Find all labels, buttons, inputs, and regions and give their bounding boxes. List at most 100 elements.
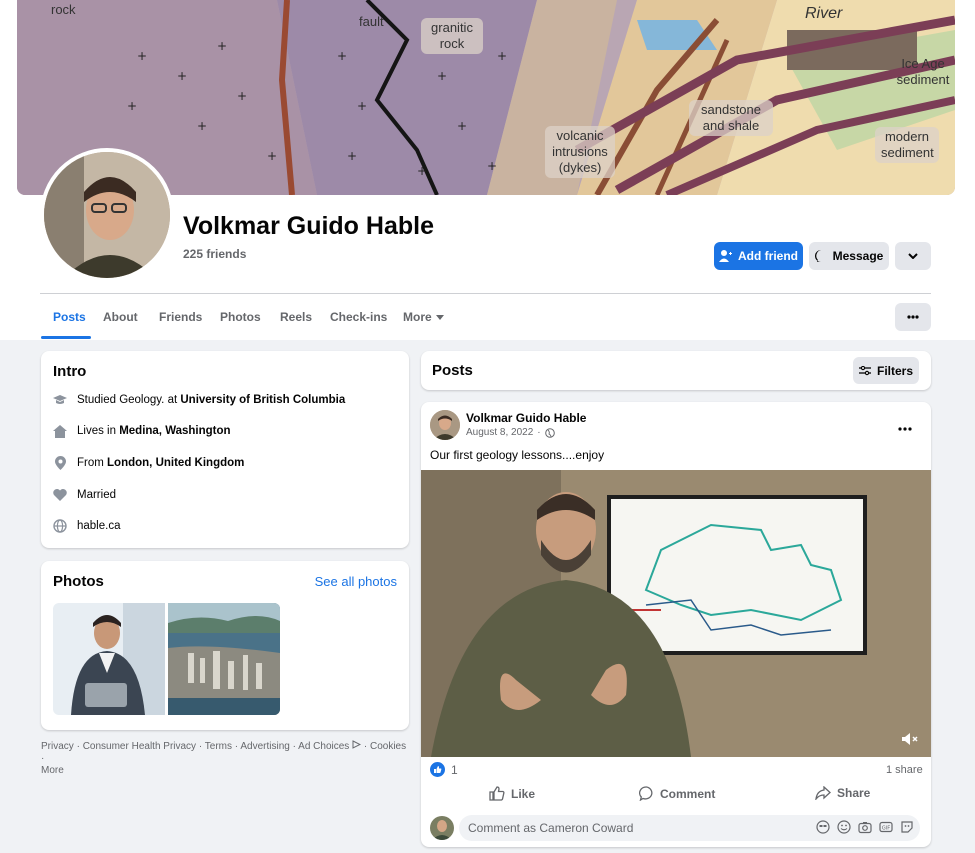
commenter-avatar[interactable] xyxy=(430,816,454,840)
avatar-sticker-icon[interactable] xyxy=(816,820,830,834)
footer-link-terms[interactable]: Terms xyxy=(205,741,232,752)
svg-text:+: + xyxy=(357,99,367,113)
cover-label-modern: modern sediment xyxy=(875,127,939,163)
intro-relationship-text: Married xyxy=(77,489,116,501)
speaker-muted-icon xyxy=(902,733,918,745)
photo-thumbnail-2[interactable] xyxy=(168,603,280,715)
share-button[interactable]: Share xyxy=(815,786,870,800)
camera-icon[interactable] xyxy=(858,820,872,834)
like-button[interactable]: Like xyxy=(489,786,535,801)
svg-text:+: + xyxy=(417,164,427,178)
post-date[interactable]: August 8, 2022 xyxy=(466,427,533,438)
profile-more-button[interactable] xyxy=(895,242,931,270)
intro-hometown-text: From London, United Kingdom xyxy=(77,457,244,469)
intro-card: Intro Studied Geology. at University of … xyxy=(41,351,409,548)
add-friend-button[interactable]: Add friend xyxy=(714,242,803,270)
chevron-down-icon xyxy=(908,253,918,259)
post-text: Our first geology lessons....enjoy xyxy=(430,448,605,462)
intro-hometown: From London, United Kingdom xyxy=(53,456,244,470)
post-author-name[interactable]: Volkmar Guido Hable xyxy=(466,411,586,425)
reactions-count: 1 xyxy=(451,762,458,777)
intro-residence-text: Lives in Medina, Washington xyxy=(77,425,231,437)
friends-count[interactable]: 225 friends xyxy=(183,247,246,261)
photo-city-aerial xyxy=(168,603,280,715)
comment-tools: GIF xyxy=(816,820,914,834)
post-author-avatar[interactable] xyxy=(430,410,460,440)
tab-more[interactable]: More xyxy=(403,310,444,324)
svg-text:+: + xyxy=(127,99,137,113)
see-all-photos-link[interactable]: See all photos xyxy=(315,574,397,589)
svg-text:+: + xyxy=(177,69,187,83)
tab-more-label: More xyxy=(403,310,432,324)
tabs-more-button[interactable] xyxy=(895,303,931,331)
graduation-cap-icon xyxy=(53,393,67,407)
shares-count[interactable]: 1 share xyxy=(886,764,923,776)
emoji-icon[interactable] xyxy=(837,820,851,834)
footer-link-ad-choices[interactable]: Ad Choices xyxy=(298,741,349,752)
tab-reels[interactable]: Reels xyxy=(280,310,312,324)
mute-button[interactable] xyxy=(901,732,919,751)
footer-link-consumer-health[interactable]: Consumer Health Privacy xyxy=(83,741,196,752)
cover-label-volcanic: volcanic intrusions (dykes) xyxy=(545,126,615,178)
svg-text:+: + xyxy=(437,69,447,83)
posts-header-card: Posts Filters xyxy=(421,351,931,390)
intro-title: Intro xyxy=(53,363,87,380)
ad-choices-icon xyxy=(352,740,362,749)
footer-link-more[interactable]: More xyxy=(41,765,64,776)
tab-friends[interactable]: Friends xyxy=(159,310,202,324)
intro-education-text: Studied Geology. at University of Britis… xyxy=(77,394,345,406)
cover-label-fault: fault xyxy=(359,14,384,29)
intro-website-link[interactable]: hable.ca xyxy=(77,520,120,532)
footer-link-advertising[interactable]: Advertising xyxy=(240,741,289,752)
ellipsis-icon xyxy=(898,427,912,431)
comment-input[interactable]: Comment as Cameron Coward GIF xyxy=(459,815,920,841)
profile-avatar[interactable] xyxy=(40,148,174,282)
post-options-button[interactable] xyxy=(898,418,912,436)
tab-photos[interactable]: Photos xyxy=(220,310,261,324)
tab-check-ins[interactable]: Check-ins xyxy=(330,310,387,324)
comment-button[interactable]: Comment xyxy=(639,786,715,801)
gif-icon[interactable]: GIF xyxy=(879,820,893,834)
public-globe-icon xyxy=(544,427,555,438)
svg-text:+: + xyxy=(267,149,277,163)
filter-sliders-icon xyxy=(858,365,871,375)
intro-residence-prefix: Lives in xyxy=(77,425,120,437)
tab-posts[interactable]: Posts xyxy=(53,310,86,324)
intro-hometown-place[interactable]: London, United Kingdom xyxy=(107,457,244,469)
intro-education-place[interactable]: University of British Columbia xyxy=(180,394,345,406)
svg-text:+: + xyxy=(217,39,227,53)
svg-text:+: + xyxy=(497,49,507,63)
sticker-icon[interactable] xyxy=(900,820,914,834)
svg-text:+: + xyxy=(457,119,467,133)
message-button[interactable]: Message xyxy=(809,242,889,270)
caret-down-icon xyxy=(435,314,444,320)
add-friend-label: Add friend xyxy=(738,249,798,263)
footer-link-privacy[interactable]: Privacy xyxy=(41,741,74,752)
svg-text:+: + xyxy=(347,149,357,163)
share-label: Share xyxy=(837,786,871,800)
comment-bubble-icon xyxy=(639,786,653,801)
intro-residence-place[interactable]: Medina, Washington xyxy=(119,425,230,437)
post-video[interactable] xyxy=(421,470,931,757)
post-video-frame xyxy=(421,470,931,757)
like-reaction-icon xyxy=(430,762,445,777)
svg-text:+: + xyxy=(337,49,347,63)
cover-photo[interactable]: + + + + + + + + + + + + + + + rock fault granitic … xyxy=(17,0,955,195)
intro-website: hable.ca xyxy=(53,519,120,533)
footer-links: Privacy · Consumer Health Privacy · Term… xyxy=(41,740,407,776)
posts-title: Posts xyxy=(432,362,473,379)
photo-thumbnail-1[interactable] xyxy=(53,603,165,715)
filters-button[interactable]: Filters xyxy=(853,357,919,384)
intro-education-prefix: Studied Geology. at xyxy=(77,394,181,406)
post-author-photo xyxy=(430,410,460,440)
footer-link-cookies[interactable]: Cookies xyxy=(370,741,406,752)
comment-placeholder: Comment as Cameron Coward xyxy=(468,821,634,835)
cover-label-sandstone: sandstone and shale xyxy=(689,100,773,136)
photos-card: Photos See all photos xyxy=(41,561,409,730)
reactions-summary[interactable]: 1 xyxy=(430,762,458,777)
svg-text:+: + xyxy=(237,89,247,103)
avatar-photo xyxy=(44,152,170,278)
intro-residence: Lives in Medina, Washington xyxy=(53,424,231,438)
tab-about[interactable]: About xyxy=(103,310,138,324)
intro-education: Studied Geology. at University of Britis… xyxy=(53,393,345,407)
